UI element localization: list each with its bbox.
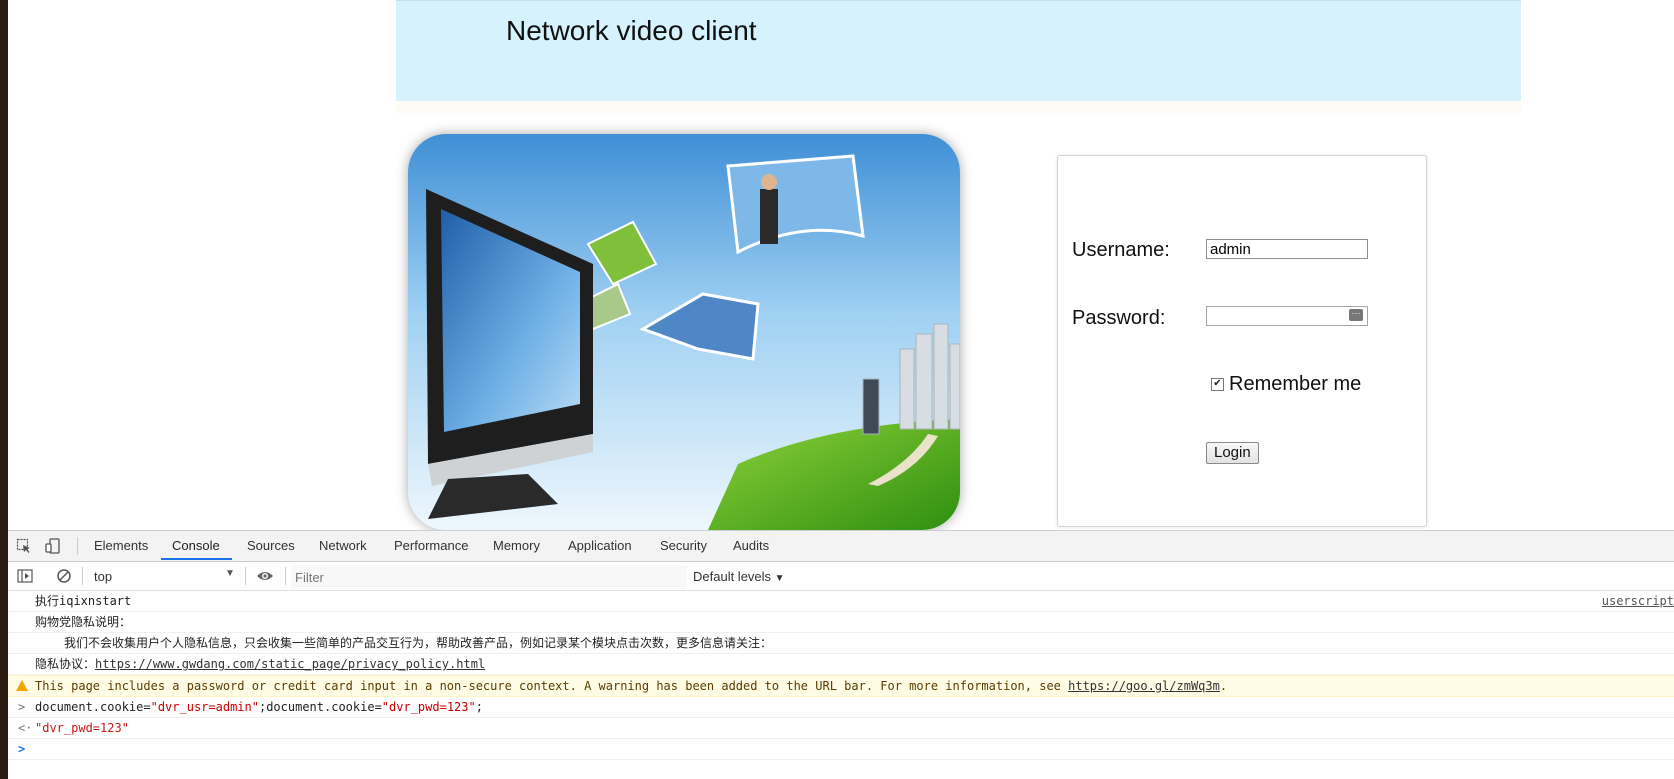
tab-security[interactable]: Security — [660, 538, 707, 553]
tab-console[interactable]: Console — [172, 538, 220, 553]
monitor-illustration — [408, 134, 960, 530]
console-command: > document.cookie="dvr_usr=admin";docume… — [8, 697, 1674, 718]
console-warning: This page includes a password or credit … — [8, 675, 1674, 697]
context-select[interactable]: top — [94, 569, 112, 584]
cmd-part: document.cookie= — [35, 700, 151, 714]
clear-console-icon[interactable] — [56, 568, 72, 584]
remember-checkbox[interactable]: ✔ — [1211, 378, 1224, 391]
console-prompt[interactable]: > — [8, 739, 1674, 760]
warning-message: This page includes a password or credit … — [35, 679, 1069, 693]
toolbar-divider — [285, 567, 286, 585]
devtools-panel: Elements Console Sources Network Perform… — [8, 530, 1674, 779]
password-label: Password: — [1072, 307, 1166, 329]
login-panel: Username: Password: ··· ✔ Remember me Lo… — [1057, 155, 1427, 527]
command-text: document.cookie="dvr_usr=admin";document… — [35, 697, 483, 717]
chevron-down-icon[interactable]: ▼ — [225, 568, 235, 579]
toolbar-divider — [77, 537, 78, 555]
eye-icon[interactable] — [256, 568, 274, 584]
prompt-caret-icon: > — [18, 742, 26, 756]
device-toolbar-icon[interactable] — [45, 538, 61, 554]
warning-end: . — [1219, 679, 1228, 693]
cmd-string: "dvr_pwd=123" — [381, 700, 476, 714]
username-label: Username: — [1072, 239, 1170, 261]
log-levels-dropdown[interactable]: Default levels ▼ — [693, 569, 785, 584]
inspect-icon[interactable] — [16, 538, 32, 554]
tab-sources[interactable]: Sources — [247, 538, 295, 553]
active-tab-indicator — [161, 558, 232, 560]
console-message: 隐私协议：https://www.gwdang.com/static_page/… — [8, 654, 1674, 675]
toolbar-divider — [82, 567, 83, 585]
password-input[interactable]: ··· — [1206, 306, 1368, 326]
chevron-down-icon[interactable]: ▼ — [775, 573, 785, 584]
privacy-link[interactable]: https://www.gwdang.com/static_page/priva… — [95, 657, 485, 671]
input-prompt-icon: > — [18, 700, 26, 714]
filter-input[interactable] — [291, 565, 687, 589]
tab-elements[interactable]: Elements — [94, 538, 148, 553]
cmd-end: ; — [475, 700, 483, 714]
source-link[interactable]: userscript — [1602, 591, 1674, 611]
devtools-tabbar: Elements Console Sources Network Perform… — [8, 531, 1674, 562]
console-text: 执行iqixnstart — [35, 594, 132, 608]
result-arrow-icon: <· — [18, 721, 33, 735]
console-message: 购物党隐私说明： — [8, 612, 1674, 633]
console-text: 购物党隐私说明： — [35, 615, 132, 629]
console-result: <· "dvr_pwd=123" — [8, 718, 1674, 739]
console-output: 执行iqixnstart userscript 购物党隐私说明： 我们不会收集用… — [8, 591, 1674, 760]
console-toolbar: top ▼ Default levels ▼ — [8, 562, 1674, 591]
remember-label[interactable]: Remember me — [1229, 373, 1361, 396]
tab-memory[interactable]: Memory — [493, 538, 540, 553]
privacy-prefix: 隐私协议： — [35, 657, 96, 671]
password-key-icon[interactable]: ··· — [1349, 309, 1363, 321]
tab-performance[interactable]: Performance — [394, 538, 468, 553]
tab-application[interactable]: Application — [568, 538, 632, 553]
sidebar-toggle-icon[interactable] — [17, 568, 33, 584]
cmd-part: ;document.cookie= — [258, 700, 382, 714]
page-header: Network video client — [396, 0, 1521, 102]
log-levels-label[interactable]: Default levels — [693, 569, 771, 584]
page-title: Network video client — [506, 15, 757, 46]
remember-row: ✔ Remember me — [1211, 373, 1361, 396]
warning-text: This page includes a password or credit … — [35, 676, 1227, 696]
warning-icon — [16, 680, 28, 691]
toolbar-divider — [245, 567, 246, 585]
browser-viewport: Network video client Username: admin Pas… — [8, 0, 1674, 779]
result-text: "dvr_pwd=123" — [35, 721, 129, 735]
console-message: 我们不会收集用户个人隐私信息，只会收集一些简单的产品交互行为，帮助改善产品，例如… — [8, 633, 1674, 654]
console-text: 我们不会收集用户个人隐私信息，只会收集一些简单的产品交互行为，帮助改善产品，例如… — [64, 636, 773, 650]
console-text: 隐私协议：https://www.gwdang.com/static_page/… — [35, 654, 485, 674]
web-page: Network video client Username: admin Pas… — [8, 0, 1674, 530]
console-message: 执行iqixnstart userscript — [8, 591, 1674, 612]
warning-link[interactable]: https://goo.gl/zmWq3m — [1068, 679, 1220, 693]
tab-network[interactable]: Network — [319, 538, 367, 553]
username-input[interactable] — [1206, 239, 1368, 259]
login-button[interactable]: Login — [1206, 442, 1259, 464]
hero-image — [408, 134, 960, 530]
header-strip — [396, 101, 1521, 113]
tab-audits[interactable]: Audits — [733, 538, 769, 553]
cmd-string: "dvr_usr=admin" — [150, 700, 259, 714]
